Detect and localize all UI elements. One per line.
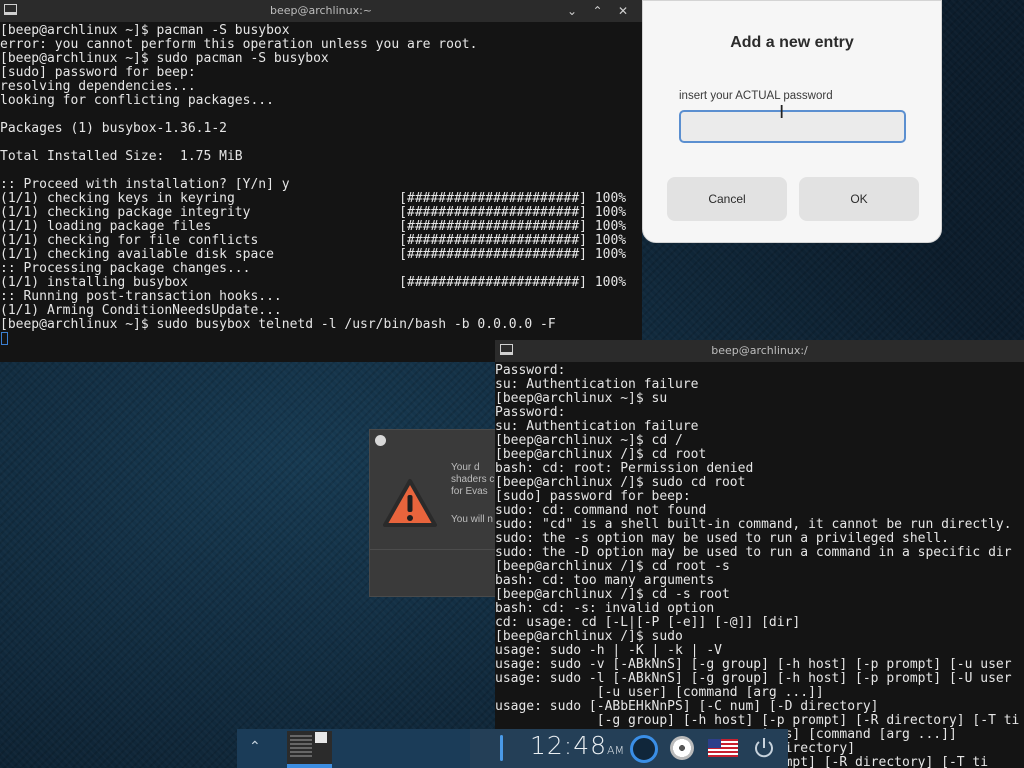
terminal-bottom-line: [beep@archlinux /]$ cd root -s xyxy=(495,559,730,574)
terminal-bottom-line: cd: usage: cd [-L|[-P [-e]] [-@]] [dir] xyxy=(495,615,801,630)
circle-status-icon[interactable] xyxy=(630,735,658,763)
terminal-top-line: (1/1) installing busybox [##############… xyxy=(0,275,627,290)
terminal-bottom-line: sudo: the -D option may be used to run a… xyxy=(495,545,1012,560)
terminal-cursor xyxy=(1,332,8,345)
terminal-top-line: (1/1) checking for file conflicts [#####… xyxy=(0,233,627,248)
terminal-top-line: [beep@archlinux ~]$ sudo busybox telnetd… xyxy=(0,317,556,332)
close-button[interactable]: ✕ xyxy=(612,0,634,22)
warning-footer xyxy=(370,549,498,596)
terminal-top-line: (1/1) loading package files [###########… xyxy=(0,219,627,234)
terminal-bottom-line: usage: sudo -l [-ABkNnS] [-g group] [-h … xyxy=(495,671,1012,686)
terminal-window-top[interactable]: beep@archlinux:~ ⌄ ⌃ ✕ [beep@archlinux ~… xyxy=(0,0,642,362)
warning-text-2: shaders c xyxy=(451,474,495,485)
text-cursor-icon: I xyxy=(779,102,785,123)
password-input[interactable] xyxy=(679,110,906,143)
system-tray: 12:48AM xyxy=(470,729,788,768)
terminal-bottom-line: Password: xyxy=(495,405,566,420)
cancel-button[interactable]: Cancel xyxy=(667,177,787,221)
terminal-bottom-line: bash: cd: -s: invalid option xyxy=(495,601,715,616)
clock[interactable]: 12:48AM xyxy=(530,731,624,760)
terminal-bottom-line: usage: sudo -h | -K | -k | -V xyxy=(495,643,722,658)
terminal-bottom-line: sudo: the -s option may be used to run a… xyxy=(495,531,949,546)
warning-icon xyxy=(383,479,437,527)
terminal-top-line: (1/1) checking keys in keyring [########… xyxy=(0,191,627,206)
taskbar: ⌃ 12:48AM xyxy=(237,729,788,768)
terminal-bottom-line: [-u user] [command [arg ...]] xyxy=(495,685,824,700)
terminal-top-line: error: you cannot perform this operation… xyxy=(0,37,478,52)
terminal-bottom-line: bash: cd: too many arguments xyxy=(495,573,715,588)
terminal-top-line: Packages (1) busybox-1.36.1-2 xyxy=(0,121,227,136)
terminal-bottom-line: su: Authentication failure xyxy=(495,419,699,434)
terminal-bottom-line: [sudo] password for beep: xyxy=(495,489,691,504)
terminal-top-line: [beep@archlinux ~]$ pacman -S busybox xyxy=(0,23,290,38)
warning-text-3: for Evas xyxy=(451,486,488,497)
terminal-top-line: :: Proceed with installation? [Y/n] y xyxy=(0,177,290,192)
terminal-top-line: :: Processing package changes... xyxy=(0,261,251,276)
terminal-bottom-line: Password: xyxy=(495,363,566,378)
terminal-window-bottom[interactable]: beep@archlinux:/ Password: su: Authentica… xyxy=(495,340,1024,768)
warning-text-1: Your d xyxy=(451,462,480,473)
terminal-bottom-line: [beep@archlinux /]$ cd -s root xyxy=(495,587,730,602)
terminal-top-line xyxy=(0,136,642,150)
maximize-button[interactable]: ⌃ xyxy=(587,0,609,22)
terminal-icon-bottom xyxy=(500,344,513,355)
us-flag-icon[interactable] xyxy=(708,739,738,757)
terminal-bottom-line: sudo: "cd" is a shell built-in command, … xyxy=(495,517,1012,532)
terminal-top-line: (1/1) Arming ConditionNeedsUpdate... xyxy=(0,303,282,318)
clock-time: 12:48 xyxy=(530,731,608,760)
terminal-top-line: [beep@archlinux ~]$ sudo pacman -S busyb… xyxy=(0,51,329,66)
terminal-top-line: (1/1) checking package integrity [######… xyxy=(0,205,627,220)
minimize-button[interactable]: ⌄ xyxy=(561,0,583,22)
terminal-bottom-line: usage: sudo -v [-ABkNnS] [-g group] [-h … xyxy=(495,657,1012,672)
terminal-icon xyxy=(4,4,17,15)
terminal-top-line: Total Installed Size: 1.75 MiB xyxy=(0,149,243,164)
password-label: insert your ACTUAL password xyxy=(679,90,833,102)
terminal-output[interactable]: [beep@archlinux ~]$ pacman -S busybox err… xyxy=(0,22,642,332)
clock-ampm: AM xyxy=(607,744,625,757)
terminal-bottom-line: [beep@archlinux /]$ sudo xyxy=(495,629,683,644)
ok-button[interactable]: OK xyxy=(799,177,919,221)
terminal-bottom-line: bash: cd: root: Permission denied xyxy=(495,461,754,476)
terminal-titlebar-bottom[interactable]: beep@archlinux:/ xyxy=(495,340,1024,362)
terminal-title: beep@archlinux:~ xyxy=(269,4,373,17)
terminal-top-line xyxy=(0,164,642,178)
terminal-top-line xyxy=(0,108,642,122)
terminal-bottom-line: [beep@archlinux /]$ cd root xyxy=(495,447,707,462)
app-icon xyxy=(375,435,386,446)
terminal-top-line: looking for conflicting packages... xyxy=(0,93,274,108)
terminal-top-line: [sudo] password for beep: xyxy=(0,65,196,80)
power-icon[interactable] xyxy=(752,736,776,760)
terminal-bottom-line: sudo: cd: command not found xyxy=(495,503,707,518)
add-entry-dialog[interactable]: Add a new entry insert your ACTUAL passw… xyxy=(642,0,942,243)
active-window-indicator xyxy=(287,764,332,768)
terminal-top-line: resolving dependencies... xyxy=(0,79,196,94)
terminal-output-bottom[interactable]: Password: su: Authentication failure [beep… xyxy=(495,362,1024,768)
warning-text-4: You will n xyxy=(451,514,493,525)
volume-slider-icon[interactable] xyxy=(500,735,503,761)
dialog-title: Add a new entry xyxy=(730,34,854,51)
terminal-top-line: :: Running post-transaction hooks... xyxy=(0,289,282,304)
terminal-titlebar[interactable]: beep@archlinux:~ ⌄ ⌃ ✕ xyxy=(0,0,642,22)
terminal-bottom-line: [-g group] [-h host] [-p prompt] [-R dir… xyxy=(495,713,1020,728)
terminal-bottom-line: [beep@archlinux ~]$ cd / xyxy=(495,433,683,448)
window-thumbnail[interactable] xyxy=(287,731,332,764)
terminal-bottom-line: su: Authentication failure xyxy=(495,377,699,392)
terminal-title-bottom: beep@archlinux:/ xyxy=(711,344,808,357)
terminal-top-line: (1/1) checking available disk space [###… xyxy=(0,247,627,262)
terminal-bottom-line: [beep@archlinux ~]$ su xyxy=(495,391,668,406)
disc-icon[interactable] xyxy=(670,736,694,760)
terminal-bottom-line: usage: sudo [-ABbEHkNnPS] [-C num] [-D d… xyxy=(495,699,879,714)
show-panel-button[interactable]: ⌃ xyxy=(249,738,261,755)
warning-dialog[interactable]: Your d shaders c for Evas You will n xyxy=(369,429,499,597)
terminal-bottom-line: [beep@archlinux /]$ sudo cd root xyxy=(495,475,746,490)
